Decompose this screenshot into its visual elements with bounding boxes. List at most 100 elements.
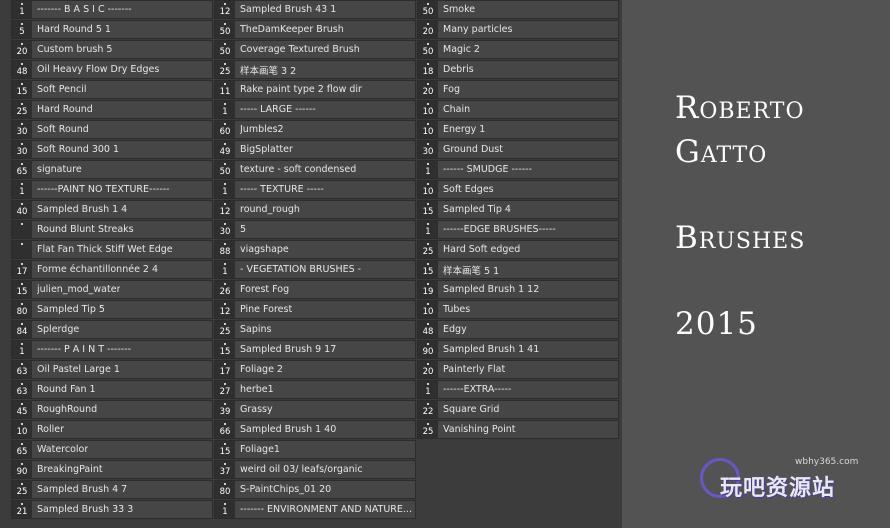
- brush-preset-item[interactable]: 26 Forest Fog: [214, 280, 416, 299]
- brush-preset-item[interactable]: 17 Foliage 2: [214, 360, 416, 379]
- brush-name: Sampled Brush 9 17: [240, 344, 337, 355]
- brush-name: Watercolor: [37, 444, 89, 455]
- brush-preset-item[interactable]: 50 Coverage Textured Brush: [214, 40, 416, 59]
- brush-size: 21: [16, 507, 28, 517]
- brush-preset-item[interactable]: 17 Forme échantillonnée 2 4: [11, 260, 213, 279]
- brush-preset-item[interactable]: 27 herbe1: [214, 380, 416, 399]
- brush-preset-item[interactable]: 22 Square Grid: [417, 400, 619, 419]
- brush-preset-item[interactable]: 15 Sampled Tip 4: [417, 200, 619, 219]
- brush-preset-item[interactable]: 15 Foliage1: [214, 440, 416, 459]
- brush-size: 25: [422, 247, 434, 257]
- brush-preset-item[interactable]: 1 - VEGETATION BRUSHES -: [214, 260, 416, 279]
- brush-thumbnail: 50: [215, 21, 235, 38]
- brush-preset-item[interactable]: 80 S-PaintChips_01 20: [214, 480, 416, 499]
- brush-preset-item[interactable]: 88 viagshape: [214, 240, 416, 259]
- brush-preset-item[interactable]: 65 Watercolor: [11, 440, 213, 459]
- brush-preset-item[interactable]: 39 Grassy: [214, 400, 416, 419]
- brush-thumbnail: 25: [12, 481, 32, 498]
- brush-preset-item[interactable]: 15 julien_mod_water: [11, 280, 213, 299]
- brush-tip-icon: [21, 3, 23, 5]
- brush-preset-item[interactable]: 12 Sampled Brush 43 1: [214, 0, 416, 19]
- brush-preset-item[interactable]: 10 Tubes: [417, 300, 619, 319]
- brush-preset-item[interactable]: 20 Many particles: [417, 20, 619, 39]
- brush-thumbnail: 1: [215, 261, 235, 278]
- brush-name: Hard Round 5 1: [37, 24, 111, 35]
- brush-name: Flat Fan Thick Stiff Wet Edge: [37, 244, 173, 255]
- brush-preset-item[interactable]: 25 Sapins: [214, 320, 416, 339]
- brush-thumbnail: 1: [12, 181, 32, 198]
- brush-preset-item[interactable]: 10 Soft Edges: [417, 180, 619, 199]
- brush-thumbnail: 15: [418, 261, 438, 278]
- brush-preset-item[interactable]: 15 Soft Pencil: [11, 80, 213, 99]
- brush-name: Debris: [443, 64, 474, 75]
- brush-tip-icon: [21, 443, 23, 445]
- brush-preset-item[interactable]: 66 Sampled Brush 1 40: [214, 420, 416, 439]
- brush-preset-item[interactable]: 63 Round Fan 1: [11, 380, 213, 399]
- brush-preset-item[interactable]: 25 Sampled Brush 4 7: [11, 480, 213, 499]
- brush-preset-item[interactable]: 10 Chain: [417, 100, 619, 119]
- brush-preset-item[interactable]: 10 Roller: [11, 420, 213, 439]
- brush-preset-item[interactable]: 50 texture - soft condensed: [214, 160, 416, 179]
- brush-preset-item[interactable]: 19 Sampled Brush 1 12: [417, 280, 619, 299]
- brush-preset-item[interactable]: 25 Hard Round: [11, 100, 213, 119]
- brush-preset-item[interactable]: 45 RoughRound: [11, 400, 213, 419]
- brush-preset-item[interactable]: 12 Pine Forest: [214, 300, 416, 319]
- brush-preset-item[interactable]: 1 ----- LARGE ------: [214, 100, 416, 119]
- brush-preset-item[interactable]: 18 Debris: [417, 60, 619, 79]
- brush-preset-item[interactable]: 30 5: [214, 220, 416, 239]
- brush-preset-item[interactable]: 80 Sampled Tip 5: [11, 300, 213, 319]
- brush-preset-item[interactable]: 15 Sampled Brush 9 17: [214, 340, 416, 359]
- brush-preset-item[interactable]: 15 样本画笔 5 1: [417, 260, 619, 279]
- brush-preset-item[interactable]: 65 signature: [11, 160, 213, 179]
- brush-preset-item[interactable]: 48 Oil Heavy Flow Dry Edges: [11, 60, 213, 79]
- brush-preset-item[interactable]: 49 BigSplatter: [214, 140, 416, 159]
- brush-preset-item[interactable]: 1 ----- TEXTURE -----: [214, 180, 416, 199]
- brush-preset-item[interactable]: 90 BreakingPaint: [11, 460, 213, 479]
- brush-preset-item[interactable]: 1 ------- ENVIRONMENT AND NATURE...: [214, 500, 416, 519]
- brush-preset-item[interactable]: 11 Rake paint type 2 flow dir: [214, 80, 416, 99]
- brush-preset-item[interactable]: 63 Oil Pastel Large 1: [11, 360, 213, 379]
- brush-preset-item[interactable]: 40 Sampled Brush 1 4: [11, 200, 213, 219]
- brush-preset-item[interactable]: 30 Ground Dust: [417, 140, 619, 159]
- brush-name: Painterly Flat: [443, 364, 506, 375]
- brush-name: BigSplatter: [240, 144, 293, 155]
- brush-preset-item[interactable]: 20 Custom brush 5: [11, 40, 213, 59]
- brush-size: 12: [219, 307, 231, 317]
- brush-preset-item[interactable]: 30 Soft Round 300 1: [11, 140, 213, 159]
- brush-preset-item[interactable]: 50 Magic 2: [417, 40, 619, 59]
- brush-preset-item[interactable]: 25 样本画笔 3 2: [214, 60, 416, 79]
- brush-preset-item[interactable]: 10 Energy 1: [417, 120, 619, 139]
- brush-preset-item[interactable]: 20 Painterly Flat: [417, 360, 619, 379]
- brush-preset-item[interactable]: 21 Sampled Brush 33 3: [11, 500, 213, 519]
- brush-preset-item[interactable]: 60 Jumbles2: [214, 120, 416, 139]
- brush-preset-item[interactable]: Round Blunt Streaks: [11, 220, 213, 239]
- brush-preset-item[interactable]: Flat Fan Thick Stiff Wet Edge: [11, 240, 213, 259]
- brush-preset-item[interactable]: 1 ------PAINT NO TEXTURE------: [11, 180, 213, 199]
- brush-preset-item[interactable]: 50 TheDamKeeper Brush: [214, 20, 416, 39]
- brush-preset-item[interactable]: 20 Fog: [417, 80, 619, 99]
- brush-preset-item[interactable]: 1 ------EDGE BRUSHES-----: [417, 220, 619, 239]
- brush-preset-item[interactable]: 25 Vanishing Point: [417, 420, 619, 439]
- brush-name: S-PaintChips_01 20: [240, 484, 332, 495]
- brush-preset-item[interactable]: 5 Hard Round 5 1: [11, 20, 213, 39]
- brush-thumbnail: 50: [418, 1, 438, 18]
- brush-preset-item[interactable]: 84 Splerdge: [11, 320, 213, 339]
- brush-preset-item[interactable]: 12 round_rough: [214, 200, 416, 219]
- brush-preset-item[interactable]: 30 Soft Round: [11, 120, 213, 139]
- brush-preset-item[interactable]: 1 ------ SMUDGE ------: [417, 160, 619, 179]
- brush-thumbnail: 19: [418, 281, 438, 298]
- brush-tip-icon: [224, 503, 226, 505]
- brush-preset-item[interactable]: 1 ------- P A I N T -------: [11, 340, 213, 359]
- brush-preset-item[interactable]: 25 Hard Soft edged: [417, 240, 619, 259]
- brush-preset-item[interactable]: 90 Sampled Brush 1 41: [417, 340, 619, 359]
- brush-preset-item[interactable]: 50 Smoke: [417, 0, 619, 19]
- brush-preset-item[interactable]: 37 weird oil 03/ leafs/organic: [214, 460, 416, 479]
- brush-size: 18: [422, 67, 434, 77]
- brush-preset-item[interactable]: 1 ------- B A S I C -------: [11, 0, 213, 19]
- brush-name: Sampled Brush 1 4: [37, 204, 128, 215]
- brush-thumbnail: 17: [12, 261, 32, 278]
- brush-thumbnail: 30: [215, 221, 235, 238]
- brush-preset-item[interactable]: 1 ------EXTRA-----: [417, 380, 619, 399]
- brush-preset-item[interactable]: 48 Edgy: [417, 320, 619, 339]
- brush-size: 15: [219, 347, 231, 357]
